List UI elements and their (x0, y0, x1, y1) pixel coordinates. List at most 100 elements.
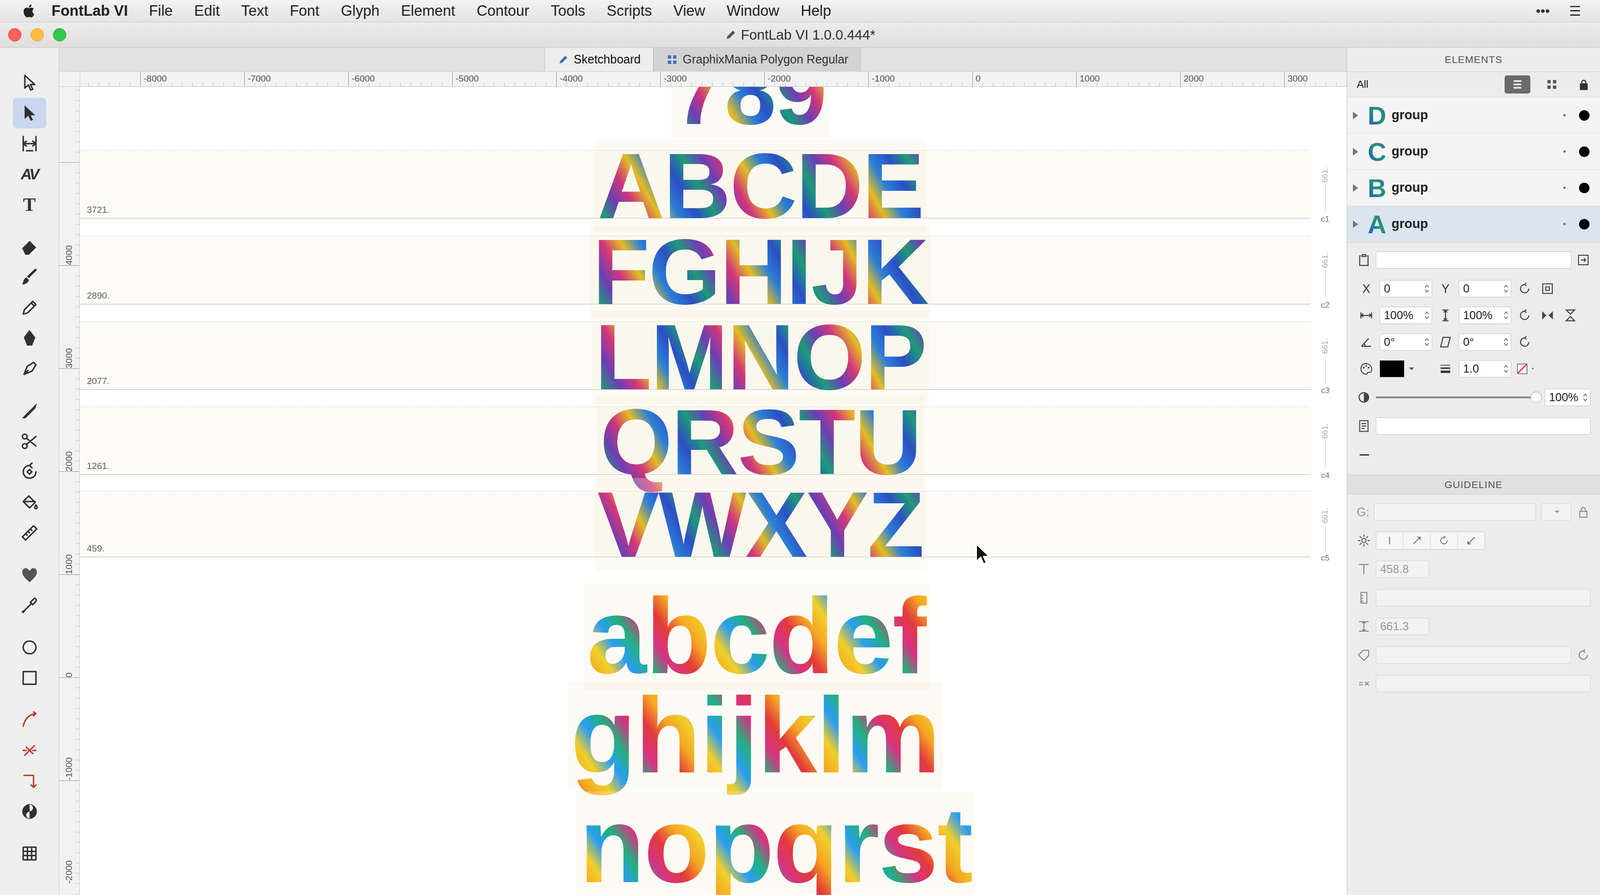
close-button[interactable] (8, 28, 22, 42)
disclosure-icon[interactable] (1352, 184, 1359, 192)
stroke-width-field[interactable]: 1.0 (1458, 360, 1512, 378)
visibility-dot-icon[interactable] (1579, 218, 1590, 230)
tab[interactable]: Sketchboard (544, 47, 654, 72)
stroke-color-picker[interactable] (1515, 361, 1535, 376)
apple-icon[interactable] (21, 3, 38, 19)
origin-icon[interactable] (1540, 281, 1555, 296)
menu-item[interactable]: Help (800, 2, 853, 20)
stepper-icon[interactable] (1423, 282, 1430, 295)
opacity-field[interactable]: 100% (1544, 388, 1591, 406)
menu-item[interactable]: Font (289, 2, 341, 20)
menu-item[interactable]: View (673, 2, 728, 20)
fill-color-picker[interactable] (1379, 360, 1433, 378)
ruler-tool[interactable] (12, 517, 47, 549)
glyph-row[interactable]: abcdef (583, 582, 930, 690)
eraser-tool[interactable] (12, 231, 47, 262)
menu-item[interactable]: Tools (550, 2, 607, 20)
disclosure-icon[interactable] (1352, 220, 1359, 229)
rectangle-tool[interactable] (12, 662, 47, 694)
stepper-icon[interactable] (1503, 363, 1509, 375)
y-field[interactable]: 0 (1458, 280, 1512, 298)
reset-icon[interactable] (1517, 281, 1532, 296)
rotate-guide-button[interactable] (1430, 531, 1458, 550)
slider-knob[interactable] (1530, 391, 1542, 404)
glyph-row[interactable]: 789 (670, 86, 829, 139)
yinyang-tool[interactable] (12, 796, 47, 827)
flip-vertical-icon[interactable] (1563, 308, 1578, 323)
ellipse-tool[interactable] (12, 632, 47, 663)
glyph-row[interactable]: VWXYZ (594, 477, 926, 572)
lock-icon[interactable] (1577, 77, 1591, 92)
metrics-tool[interactable] (12, 128, 47, 159)
stepper-icon[interactable] (1503, 336, 1509, 348)
disclosure-icon[interactable] (1352, 111, 1359, 120)
stepper-icon[interactable] (1503, 282, 1509, 295)
stepper-icon[interactable] (1423, 336, 1430, 348)
menu-item[interactable]: Element (400, 2, 477, 20)
text-tool[interactable]: T (12, 189, 47, 220)
menu-item[interactable]: File (148, 2, 195, 20)
sketchboard-canvas[interactable]: 3721.661.c12890.661.c22077.661.c31261.66… (79, 86, 1347, 895)
hook-tool[interactable] (12, 765, 47, 797)
x-field[interactable]: 0 (1379, 280, 1433, 298)
knife-tool[interactable] (12, 395, 47, 426)
visibility-dot-icon[interactable] (1579, 146, 1590, 157)
reset-icon[interactable] (1517, 308, 1532, 323)
guide-measure-field[interactable] (1375, 589, 1591, 607)
curve-tool[interactable] (12, 704, 47, 736)
menu-item[interactable]: Scripts (606, 2, 674, 20)
contour-tool[interactable] (12, 97, 47, 129)
flip-horizontal-icon[interactable] (1540, 308, 1555, 323)
disclosure-icon[interactable] (1352, 147, 1359, 156)
opacity-slider[interactable] (1375, 388, 1540, 406)
rapid-tool[interactable] (12, 353, 47, 385)
rotate-tool[interactable] (12, 456, 47, 488)
rotation-field[interactable]: 0° (1379, 333, 1433, 351)
element-row[interactable]: Dgroup (1347, 97, 1600, 134)
import-icon[interactable] (1576, 252, 1591, 268)
stepper-icon[interactable] (1423, 309, 1430, 322)
status-menu-item[interactable]: ☰ (1568, 3, 1581, 20)
expand-guide-button[interactable] (1457, 531, 1485, 550)
vertical-guide-button[interactable] (1376, 531, 1404, 550)
filter-dropdown[interactable]: All (1356, 78, 1369, 91)
kerning-tool[interactable]: AV (12, 158, 47, 190)
element-row[interactable]: Bgroup (1347, 169, 1600, 207)
fill-tool[interactable] (12, 487, 47, 518)
visibility-dot-icon[interactable] (1579, 110, 1590, 121)
glyph-row[interactable]: ABCDE (594, 139, 926, 233)
zoom-button[interactable] (52, 28, 67, 42)
status-menu-item[interactable]: ••• (1535, 3, 1550, 20)
element-row[interactable]: Cgroup (1347, 133, 1600, 170)
menu-item[interactable]: Contour (476, 2, 551, 20)
menu-item[interactable]: Glyph (340, 2, 401, 20)
grid-view-button[interactable] (1538, 75, 1565, 94)
refresh-icon[interactable] (1576, 647, 1591, 663)
stepper-icon[interactable] (1503, 309, 1509, 322)
scissors-tool[interactable] (12, 425, 47, 457)
element-row[interactable]: Agroup (1347, 206, 1600, 243)
scale-x-field[interactable]: 100% (1379, 306, 1433, 324)
visibility-dot-icon[interactable] (1579, 182, 1590, 194)
tab[interactable]: GraphixMania Polygon Regular (653, 47, 862, 72)
lock-dot-icon[interactable] (1563, 222, 1566, 226)
pointer-tool[interactable] (12, 67, 47, 98)
glyph-row[interactable]: FGHIJK (589, 225, 931, 319)
grid-tool[interactable] (12, 838, 47, 869)
scale-y-field[interactable]: 100% (1458, 306, 1512, 324)
menu-item[interactable]: Text (241, 2, 291, 20)
slant-field[interactable]: 0° (1458, 333, 1512, 351)
angled-guide-button[interactable] (1403, 531, 1431, 550)
glyph-row[interactable]: ghijklm (567, 681, 943, 790)
guide-name-field[interactable] (1373, 503, 1537, 521)
stepper-icon[interactable] (1582, 391, 1589, 404)
element-name-field[interactable] (1375, 251, 1572, 269)
brush-tool[interactable] (12, 261, 47, 293)
glyph-row[interactable]: nopqrst (576, 791, 975, 895)
minimize-button[interactable] (30, 28, 44, 42)
guide-lock-icon[interactable] (1576, 504, 1591, 520)
collapse-button[interactable] (1359, 454, 1370, 456)
lock-dot-icon[interactable] (1563, 186, 1566, 189)
guide-height-field[interactable]: 661.3 (1375, 617, 1430, 635)
guide-color-dropdown[interactable] (1540, 503, 1572, 521)
